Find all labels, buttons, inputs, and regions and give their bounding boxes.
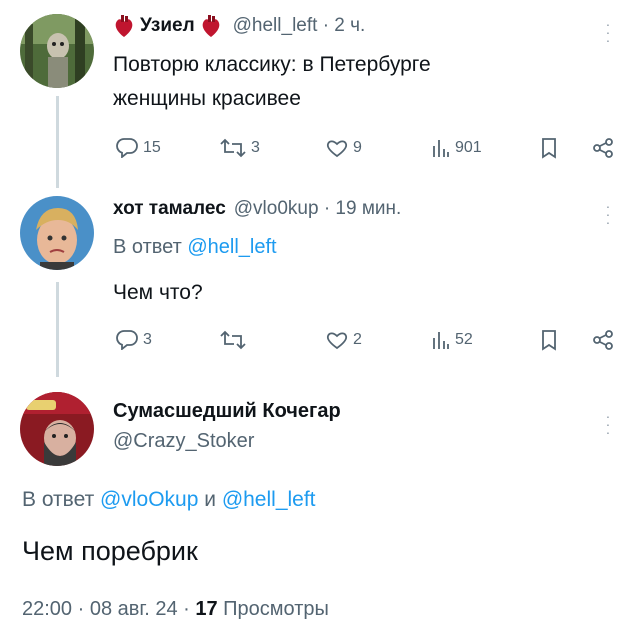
thread-line [56,282,59,377]
display-name[interactable]: хот тамалес [113,198,226,220]
more-options-icon[interactable]: · · · [603,199,613,229]
like-count: 2 [353,331,362,348]
anatomical-heart-icon [200,14,222,38]
tweet-meta-footer: 22:00 · 08 авг. 24 · 17 Просмотры [22,598,329,621]
bar-chart-icon [432,138,450,158]
views-count: 52 [455,331,473,348]
mention-link[interactable]: @hell_left [222,488,316,511]
reply-button[interactable]: 15 [116,138,161,158]
bookmark-button[interactable] [541,330,557,351]
bookmark-icon [541,330,557,351]
more-options-icon[interactable]: · · · [603,409,613,439]
anatomical-heart-icon [113,14,135,38]
tweet2-header: хот тамалес @vlo0kup · 19 мин. [113,198,401,220]
like-button[interactable]: 2 [326,330,362,350]
more-options-icon[interactable]: · · · [603,17,613,47]
heart-icon [326,330,348,350]
share-icon [592,138,614,158]
retweet-count: 3 [251,139,260,156]
reply-to-line: В ответ @vloOkup и @hell_left [22,488,316,512]
display-name[interactable]: Сумасшедший Кочегар [113,400,341,423]
reply-to-line: В ответ @hell_left [113,236,277,259]
tweet3-text: Чем поребрик [22,536,198,566]
thread-line [56,96,59,188]
views-count: 17 [195,598,218,620]
handle-and-time[interactable]: @vlo0kup · 19 мин. [234,198,402,220]
reply-prefix: В ответ [22,488,101,511]
avatar-hot-tamales[interactable] [20,196,94,270]
heart-icon [326,138,348,158]
bar-chart-icon [432,330,450,350]
bookmark-icon [541,138,557,159]
like-count: 9 [353,139,362,156]
reply-button[interactable]: 3 [116,330,152,350]
retweet-icon [220,138,246,158]
views-count: 901 [455,139,482,156]
reply-join: и [198,488,222,511]
like-button[interactable]: 9 [326,138,362,158]
avatar-uziel[interactable] [20,14,94,88]
handle-and-time[interactable]: @hell_left · 2 ч. [233,15,366,37]
retweet-button[interactable]: 3 [220,138,260,158]
avatar-crazy-stoker[interactable] [20,392,94,466]
views-button[interactable]: 52 [432,330,473,350]
retweet-button[interactable] [220,330,251,350]
share-icon [592,330,614,350]
tweet2-text: Чем что? [113,281,203,304]
share-button[interactable] [592,330,614,350]
retweet-icon [220,330,246,350]
views-label: Просмотры [217,598,329,620]
tweet-text-line: женщины красивее [113,87,301,110]
reply-icon [116,138,138,158]
views-button[interactable]: 901 [432,138,482,158]
reply-count: 15 [143,139,161,156]
mention-link[interactable]: @hell_left [187,236,276,258]
mention-link[interactable]: @vloOkup [100,488,198,511]
reply-count: 3 [143,331,152,348]
bookmark-button[interactable] [541,138,557,159]
display-name[interactable]: Узиел [140,15,195,37]
tweet-text-line: Повторю классику: в Петербурге [113,53,431,76]
handle[interactable]: @Crazy_Stoker [113,430,254,453]
tweet1-text: Повторю классику: в Петербурге женщины к… [113,48,431,116]
reply-prefix: В ответ [113,236,188,258]
share-button[interactable] [592,138,614,158]
reply-icon [116,330,138,350]
tweet1-header: Узиел @hell_left · 2 ч. [113,14,365,38]
timestamp[interactable]: 22:00 · 08 авг. 24 · [22,598,195,620]
